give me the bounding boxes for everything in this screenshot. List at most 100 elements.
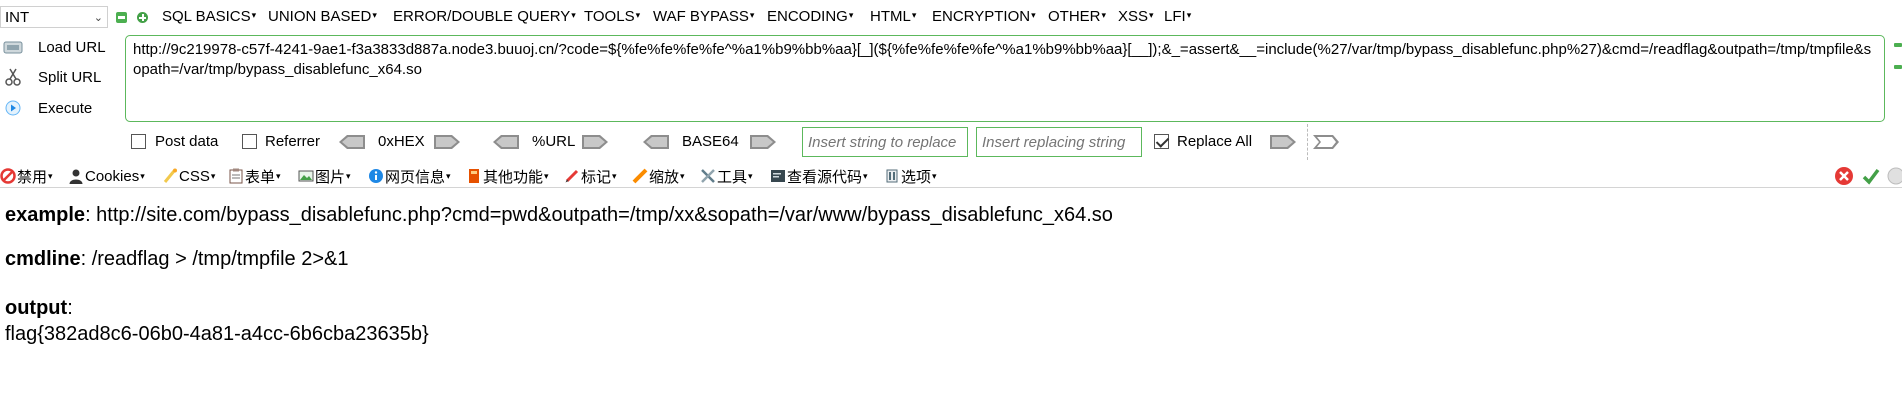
toolbar-tools[interactable]: 工具 ▾ <box>700 166 753 186</box>
decrease-icon[interactable] <box>116 12 127 23</box>
info-icon <box>368 168 384 184</box>
dropdown-arrow-icon: ▾ <box>346 170 351 181</box>
toolbar-images[interactable]: 图片 ▾ <box>298 166 351 186</box>
menu-waf-bypass[interactable]: WAF BYPASS▾ <box>653 8 754 25</box>
menu-label: TOOLS <box>584 8 635 25</box>
misc-book-icon <box>466 168 482 184</box>
dropdown-arrow-icon: ▾ <box>863 170 868 181</box>
menu-label: WAF BYPASS <box>653 8 749 25</box>
injection-type-select[interactable]: INT ⌄ <box>0 6 108 28</box>
menu-label: LFI <box>1164 8 1186 25</box>
load-url-label: Load URL <box>38 38 106 56</box>
load-url-button[interactable]: Load URL <box>0 34 120 60</box>
cmdline-value: : /readflag > /tmp/tmpfile 2>&1 <box>80 248 349 270</box>
toolbar-css[interactable]: CSS ▾ <box>162 166 215 186</box>
disable-icon <box>0 168 16 184</box>
close-icon[interactable] <box>1834 166 1854 186</box>
web-developer-toolbar: 禁用 ▾ Cookies ▾ CSS ▾ 表单 ▾ 图片 ▾ 网页信息 ▾ 其他功能 ▾ 标记… <box>0 164 1902 188</box>
hex-decode-arrow-icon[interactable] <box>337 134 367 150</box>
checkmark-icon[interactable] <box>1861 166 1881 186</box>
output-label: output <box>5 297 68 319</box>
toolbar-label: 查看源代码 <box>787 168 863 186</box>
dropdown-arrow-icon: ▾ <box>48 170 53 181</box>
menu-error-double-query[interactable]: ERROR/DOUBLE QUERY▾ <box>393 8 576 25</box>
menu-html[interactable]: HTML▾ <box>870 8 916 25</box>
split-url-button[interactable]: Split URL <box>0 64 120 90</box>
url-label: %URL <box>532 133 576 150</box>
example-label: example <box>5 204 86 226</box>
dropdown-arrow-icon: ▾ <box>680 170 685 181</box>
menu-sql-basics[interactable]: SQL BASICS▾ <box>162 8 256 25</box>
url-encode-arrow-icon[interactable] <box>580 134 610 150</box>
increase-icon[interactable] <box>137 12 148 23</box>
url-decode-arrow-icon[interactable] <box>491 134 521 150</box>
source-icon <box>770 168 786 184</box>
toolbar-label: 表单 <box>245 168 276 186</box>
toolbar-label: 其他功能 <box>483 168 544 186</box>
replace-forward-arrow-icon[interactable] <box>1268 134 1298 150</box>
dropdown-arrow-icon: ▾ <box>1101 10 1107 20</box>
toolbar-view-source[interactable]: 查看源代码 ▾ <box>770 166 868 186</box>
post-data-checkbox[interactable] <box>131 134 146 149</box>
replace-all-checkbox[interactable] <box>1154 134 1169 149</box>
execute-label: Execute <box>38 99 93 117</box>
image-icon <box>298 168 314 184</box>
menu-label: ERROR/DOUBLE QUERY <box>393 8 571 25</box>
menu-xss[interactable]: XSS▾ <box>1118 8 1154 25</box>
toolbar-page-info[interactable]: 网页信息 ▾ <box>368 166 451 186</box>
toolbar-cookies[interactable]: Cookies ▾ <box>68 166 145 186</box>
cmdline-label: cmdline <box>5 248 81 270</box>
toolbar-forms[interactable]: 表单 ▾ <box>228 166 281 186</box>
toolbar-outline[interactable]: 标记 ▾ <box>564 166 617 186</box>
load-url-icon <box>2 37 24 57</box>
menu-union-based[interactable]: UNION BASED▾ <box>268 8 377 25</box>
tools-icon <box>700 168 716 184</box>
dropdown-arrow-icon: ▾ <box>911 10 917 20</box>
menu-other[interactable]: OTHER▾ <box>1048 8 1106 25</box>
base64-encode-arrow-icon[interactable] <box>748 134 778 150</box>
toolbar-label: 选项 <box>901 168 932 186</box>
toolbar-label: 图片 <box>315 168 346 186</box>
toolbar-options[interactable]: 选项 ▾ <box>884 166 937 186</box>
dropdown-arrow-icon: ▾ <box>932 170 937 181</box>
url-textarea[interactable]: http://9c219978-c57f-4241-9ae1-f3a3833d8… <box>125 35 1885 122</box>
referrer-label: Referrer <box>265 133 321 150</box>
dropdown-arrow-icon: ▾ <box>210 170 216 181</box>
dropdown-arrow-icon: ▾ <box>571 10 576 20</box>
toolbar-disable[interactable]: 禁用 ▾ <box>0 166 53 186</box>
base64-decode-arrow-icon[interactable] <box>641 134 671 150</box>
menu-encryption[interactable]: ENCRYPTION▾ <box>932 8 1036 25</box>
toolbar-misc[interactable]: 其他功能 ▾ <box>466 166 549 186</box>
replace-from-input[interactable] <box>802 127 968 157</box>
indicator-mark <box>1894 43 1902 47</box>
menu-encoding[interactable]: ENCODING▾ <box>767 8 853 25</box>
dropdown-arrow-icon: ▾ <box>635 10 641 20</box>
example-line: example: http://site.com/bypass_disablef… <box>5 203 1113 228</box>
indicator-mark <box>1894 65 1902 69</box>
replace-apply-arrow-icon[interactable] <box>1311 134 1341 150</box>
execute-button[interactable]: Execute <box>0 95 120 121</box>
panel-scroll-indicator <box>1891 35 1902 125</box>
toolbar-label: 标记 <box>581 168 612 186</box>
toolbar-label: 禁用 <box>17 168 48 186</box>
menu-label: ENCODING <box>767 8 848 25</box>
hex-encode-arrow-icon[interactable] <box>432 134 462 150</box>
split-url-label: Split URL <box>38 68 102 86</box>
post-data-label: Post data <box>155 133 219 150</box>
form-icon <box>228 168 244 184</box>
scissors-icon <box>2 67 24 87</box>
referrer-checkbox[interactable] <box>242 134 257 149</box>
menu-tools[interactable]: TOOLS▾ <box>584 8 640 25</box>
output-line: output: <box>5 296 73 321</box>
user-icon <box>68 168 84 184</box>
menu-lfi[interactable]: LFI▾ <box>1164 8 1191 25</box>
output-colon: : <box>67 297 73 319</box>
dropdown-arrow-icon: ▾ <box>612 170 617 181</box>
dropdown-arrow-icon: ▾ <box>446 170 451 181</box>
toolbar-resize[interactable]: 缩放 ▾ <box>632 166 685 186</box>
cmdline-line: cmdline: /readflag > /tmp/tmpfile 2>&1 <box>5 247 349 272</box>
menu-label: HTML <box>870 8 911 25</box>
toolbar-label: CSS <box>179 167 210 185</box>
replace-to-input[interactable] <box>976 127 1142 157</box>
toolbar-label: 缩放 <box>649 168 680 186</box>
